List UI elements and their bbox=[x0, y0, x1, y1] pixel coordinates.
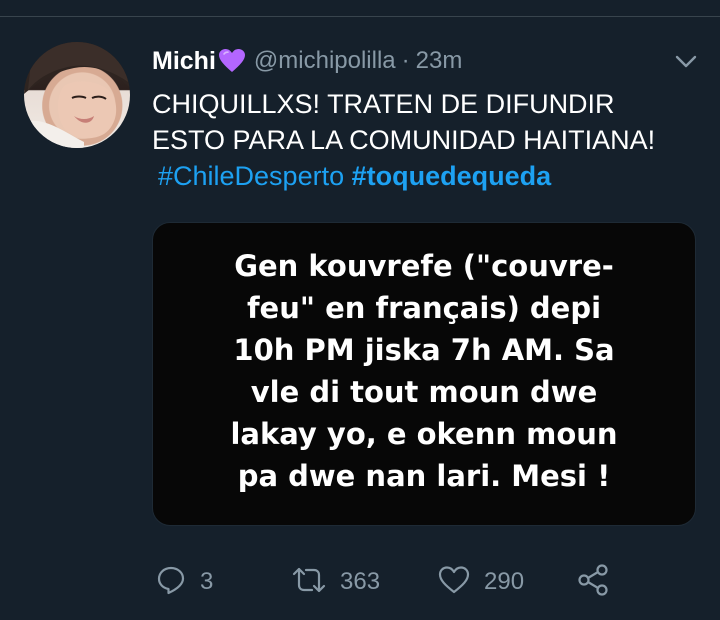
tweet-image[interactable]: Gen kouvrefe ("couvre- feu" en français)… bbox=[152, 222, 696, 526]
reply-button[interactable]: 3 bbox=[156, 560, 213, 604]
tweet-text-line: ESTO PARA LA COMUNIDAD HAITIANA! bbox=[152, 125, 656, 155]
retweet-icon bbox=[292, 565, 326, 600]
chevron-down-icon[interactable] bbox=[672, 48, 700, 76]
tweet[interactable]: Michi @michipolilla · 23m CHIQUILLXS! TR… bbox=[0, 0, 720, 620]
purple-heart-icon bbox=[218, 48, 246, 74]
heart-icon bbox=[438, 565, 470, 600]
image-text-line: Gen kouvrefe ("couvre- bbox=[234, 249, 614, 283]
share-button[interactable] bbox=[576, 560, 610, 604]
image-text-line: 10h PM jiska 7h AM. Sa bbox=[233, 333, 615, 367]
handle[interactable]: @michipolilla bbox=[254, 47, 396, 75]
image-text-line: lakay yo, e okenn moun bbox=[230, 417, 618, 451]
image-caption-text: Gen kouvrefe ("couvre- feu" en français)… bbox=[194, 245, 654, 497]
avatar-illustration bbox=[24, 42, 130, 148]
reply-icon bbox=[156, 565, 186, 600]
image-text-line: feu" en français) depi bbox=[246, 291, 602, 325]
tweet-header: Michi @michipolilla · 23m bbox=[152, 44, 462, 78]
image-text-line: vle di tout moun dwe bbox=[250, 375, 598, 409]
tweet-text-line: CHIQUILLXS! TRATEN DE DIFUNDIR bbox=[152, 89, 615, 119]
retweet-button[interactable]: 363 bbox=[292, 560, 380, 604]
tweet-actions: 3 363 290 bbox=[152, 560, 622, 604]
display-name[interactable]: Michi bbox=[152, 47, 216, 76]
like-button[interactable]: 290 bbox=[438, 560, 524, 604]
share-icon bbox=[576, 563, 610, 601]
tweet-text: CHIQUILLXS! TRATEN DE DIFUNDIR ESTO PARA… bbox=[152, 86, 712, 194]
image-text-line: pa dwe nan lari. Mesi ! bbox=[237, 459, 611, 493]
reply-count: 3 bbox=[200, 568, 214, 595]
hashtag-row: #ChileDesperto #toquedequeda bbox=[158, 158, 712, 194]
timestamp[interactable]: 23m bbox=[416, 47, 463, 75]
hashtag-link[interactable]: #ChileDesperto bbox=[158, 161, 344, 191]
like-count: 290 bbox=[484, 568, 525, 595]
avatar[interactable] bbox=[24, 42, 130, 148]
retweet-count: 363 bbox=[340, 568, 381, 595]
hashtag-link[interactable]: #toquedequeda bbox=[352, 161, 552, 191]
separator-dot: · bbox=[401, 47, 410, 74]
